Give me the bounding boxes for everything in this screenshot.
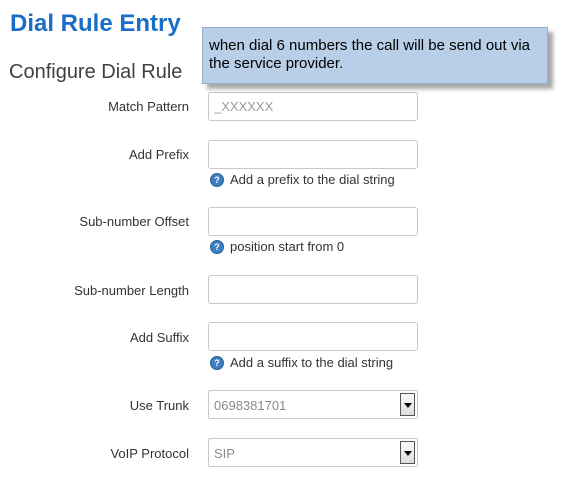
tooltip-text: when dial 6 numbers the call will be sen… bbox=[209, 37, 531, 72]
voip-protocol-select[interactable]: SIP bbox=[208, 438, 418, 467]
help-tooltip: when dial 6 numbers the call will be sen… bbox=[202, 27, 548, 84]
use-trunk-value: 0698381701 bbox=[214, 398, 287, 413]
add-suffix-input[interactable] bbox=[208, 322, 418, 351]
add-prefix-label: Add Prefix bbox=[129, 147, 189, 162]
add-prefix-input[interactable] bbox=[208, 140, 418, 169]
help-icon: ? bbox=[210, 172, 224, 187]
add-suffix-hint: ? Add a suffix to the dial string bbox=[210, 355, 393, 370]
section-title: Configure Dial Rule bbox=[9, 61, 183, 83]
page-title: Dial Rule Entry bbox=[10, 10, 181, 37]
help-icon: ? bbox=[210, 355, 224, 370]
add-prefix-hint: ? Add a prefix to the dial string bbox=[210, 172, 395, 187]
help-icon: ? bbox=[210, 239, 224, 254]
match-pattern-label: Match Pattern bbox=[108, 99, 189, 114]
add-prefix-hint-text: Add a prefix to the dial string bbox=[230, 172, 395, 187]
chevron-down-icon[interactable] bbox=[400, 441, 415, 464]
use-trunk-select[interactable]: 0698381701 bbox=[208, 390, 418, 419]
sub-number-length-input[interactable] bbox=[208, 275, 418, 304]
add-suffix-label: Add Suffix bbox=[129, 330, 189, 345]
chevron-down-icon[interactable] bbox=[400, 393, 415, 416]
match-pattern-input[interactable] bbox=[208, 92, 418, 121]
sub-number-offset-input[interactable] bbox=[208, 207, 418, 236]
sub-number-offset-hint: ? position start from 0 bbox=[210, 239, 344, 254]
use-trunk-label: Use Trunk bbox=[129, 398, 189, 413]
add-suffix-hint-text: Add a suffix to the dial string bbox=[230, 355, 394, 370]
sub-number-offset-label: Sub-number Offset bbox=[79, 214, 189, 229]
sub-number-length-label: Sub-number Length bbox=[74, 283, 189, 298]
sub-number-offset-hint-text: position start from 0 bbox=[230, 239, 345, 254]
voip-protocol-value: SIP bbox=[214, 446, 235, 461]
voip-protocol-label: VoIP Protocol bbox=[110, 446, 189, 461]
